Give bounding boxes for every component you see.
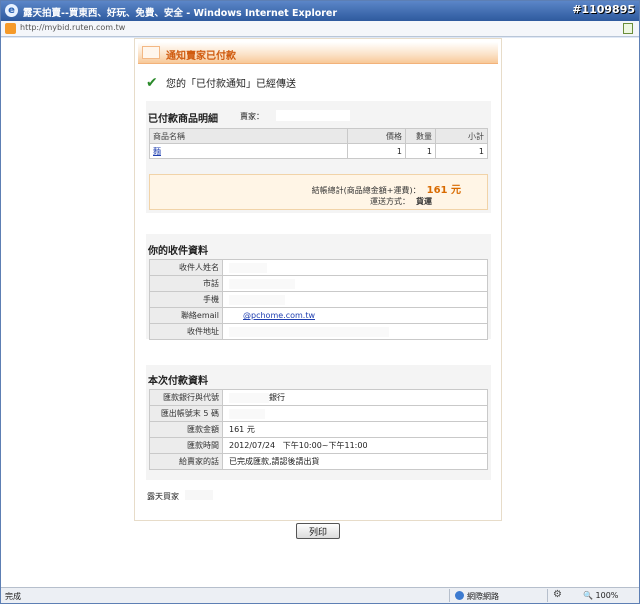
protected-mode-icon[interactable]: ⚙ [553, 589, 562, 600]
time-label: 匯款時間 [149, 437, 223, 454]
time-value: 2012/07/24 下午10:00~下午11:00 [222, 437, 488, 454]
recipient-row-mobile: 手機 [149, 291, 488, 308]
page-viewport: 通知賣家已付款 ✔ 您的「已付款通知」已經傳送 已付款商品明細 賣家： 商品名稱… [1, 38, 639, 587]
payment-row-bank: 匯款銀行與代號 銀行 [149, 389, 488, 406]
product-price: 1 [347, 143, 406, 159]
bank-value: 銀行 [222, 389, 488, 406]
recipient-mobile-label: 手機 [149, 291, 223, 308]
zoom-control[interactable]: 🔍 100% [583, 591, 618, 600]
watermark-id: #1109895 [572, 3, 635, 16]
status-divider [449, 589, 450, 602]
confirmation-message: 您的「已付款通知」已經傳送 [166, 79, 296, 90]
status-bar: 完成 網際網路 ⚙ 🔍 100% [1, 587, 639, 603]
buyer-name-masked [185, 490, 213, 500]
globe-icon [455, 591, 464, 600]
address-text[interactable]: http://mybid.ruten.com.tw [20, 23, 125, 32]
total-box: 結帳總計(商品總金額+運費)： 161 元 運送方式： 貨運 [149, 174, 488, 210]
product-qty: 1 [405, 143, 436, 159]
zoom-level: 100% [595, 591, 619, 600]
email-link[interactable]: @pchome.com.tw [243, 311, 315, 320]
title-bar: e 露天拍賣--買東西、好玩、免費、安全 - Windows Internet … [1, 1, 639, 21]
recipient-row-email: 聯絡email @pchome.com.tw [149, 307, 488, 324]
payment-table: 匯款銀行與代號 銀行 匯出帳號末 5 碼 匯款金額 161 元 匯款時間 201… [149, 389, 488, 470]
recipient-section: 你的收件資料 收件人姓名 市話 手機 聯絡email @pchome.com.t… [146, 234, 491, 340]
recipient-email-value: @pchome.com.tw [222, 307, 488, 324]
recipient-name-value [222, 259, 488, 276]
seller-value [276, 110, 350, 121]
payment-row-amount: 匯款金額 161 元 [149, 421, 488, 438]
col-price-header: 價格 [347, 128, 406, 144]
account-value [222, 405, 488, 422]
site-favicon-icon [5, 23, 16, 34]
bank-label: 匯款銀行與代號 [149, 389, 223, 406]
bank-value-text: 銀行 [269, 393, 285, 402]
recipient-row-phone: 市話 [149, 275, 488, 292]
recipient-section-title: 你的收件資料 [148, 246, 208, 257]
col-name-header: 商品名稱 [149, 128, 348, 144]
card-header: 通知賣家已付款 [138, 42, 498, 64]
notice-card: 通知賣家已付款 ✔ 您的「已付款通知」已經傳送 已付款商品明細 賣家： 商品名稱… [134, 38, 502, 521]
zone-text: 網際網路 [467, 592, 499, 601]
payment-section-title: 本次付款資料 [148, 376, 208, 387]
product-section-title: 已付款商品明細 [148, 114, 218, 125]
product-name-cell: 麵 [149, 143, 348, 159]
status-divider [547, 589, 548, 602]
product-section: 已付款商品明細 賣家： 商品名稱 價格 數量 小計 麵 1 1 1 結帳總計(商… [146, 101, 491, 213]
recipient-phone-label: 市話 [149, 275, 223, 292]
payment-section: 本次付款資料 匯款銀行與代號 銀行 匯出帳號末 5 碼 匯款金額 161 元 匯… [146, 365, 491, 480]
account-label: 匯出帳號末 5 碼 [149, 405, 223, 422]
recipient-phone-value [222, 275, 488, 292]
col-subtotal-header: 小計 [435, 128, 488, 144]
table-row: 麵 1 1 1 [149, 143, 488, 159]
shipping-label: 運送方式： [370, 197, 410, 206]
shipping-row: 運送方式： 貨運 [370, 196, 432, 207]
window-title: 露天拍賣--買東西、好玩、免費、安全 - Windows Internet Ex… [23, 8, 338, 19]
seller-label: 賣家： [240, 112, 264, 121]
amount-value: 161 元 [222, 421, 488, 438]
product-name-link[interactable]: 麵 [153, 147, 161, 156]
ie-logo-icon: e [5, 4, 18, 17]
recipient-email-label: 聯絡email [149, 307, 223, 324]
recipient-address-label: 收件地址 [149, 323, 223, 340]
total-amount: 161 元 [426, 185, 461, 196]
recipient-name-label: 收件人姓名 [149, 259, 223, 276]
total-label: 結帳總計(商品總金額+運費)： [311, 186, 421, 195]
envelope-icon [142, 46, 160, 59]
page-title: 通知賣家已付款 [166, 51, 236, 62]
payment-row-time: 匯款時間 2012/07/24 下午10:00~下午11:00 [149, 437, 488, 454]
table-header-row: 商品名稱 價格 數量 小計 [149, 128, 488, 144]
recipient-row-address: 收件地址 [149, 323, 488, 340]
shipping-value: 貨運 [416, 197, 432, 206]
recipient-row-name: 收件人姓名 [149, 259, 488, 276]
recipient-mobile-value [222, 291, 488, 308]
status-text: 完成 [5, 592, 21, 601]
amount-label: 匯款金額 [149, 421, 223, 438]
print-button[interactable]: 列印 [296, 523, 340, 539]
checkmark-icon: ✔ [146, 75, 158, 91]
payment-row-account: 匯出帳號末 5 碼 [149, 405, 488, 422]
message-value: 已完成匯款,請認後請出貨 [222, 453, 488, 470]
recipient-table: 收件人姓名 市話 手機 聯絡email @pchome.com.tw 收件地址 [149, 259, 488, 340]
page-icon[interactable] [623, 23, 633, 34]
message-label: 給賣家的話 [149, 453, 223, 470]
payment-row-message: 給賣家的話 已完成匯款,請認後請出貨 [149, 453, 488, 470]
zoom-icon: 🔍 [583, 591, 593, 600]
zone-indicator: 網際網路 [455, 591, 499, 602]
address-bar: http://mybid.ruten.com.tw [1, 21, 639, 37]
buyer-signature: 露天買家 [147, 492, 179, 501]
total-row: 結帳總計(商品總金額+運費)： 161 元 [312, 181, 461, 196]
product-subtotal: 1 [435, 143, 488, 159]
product-table: 商品名稱 價格 數量 小計 麵 1 1 1 [149, 128, 488, 159]
browser-window: e 露天拍賣--買東西、好玩、免費、安全 - Windows Internet … [0, 0, 640, 604]
recipient-address-value [222, 323, 488, 340]
col-qty-header: 數量 [405, 128, 436, 144]
